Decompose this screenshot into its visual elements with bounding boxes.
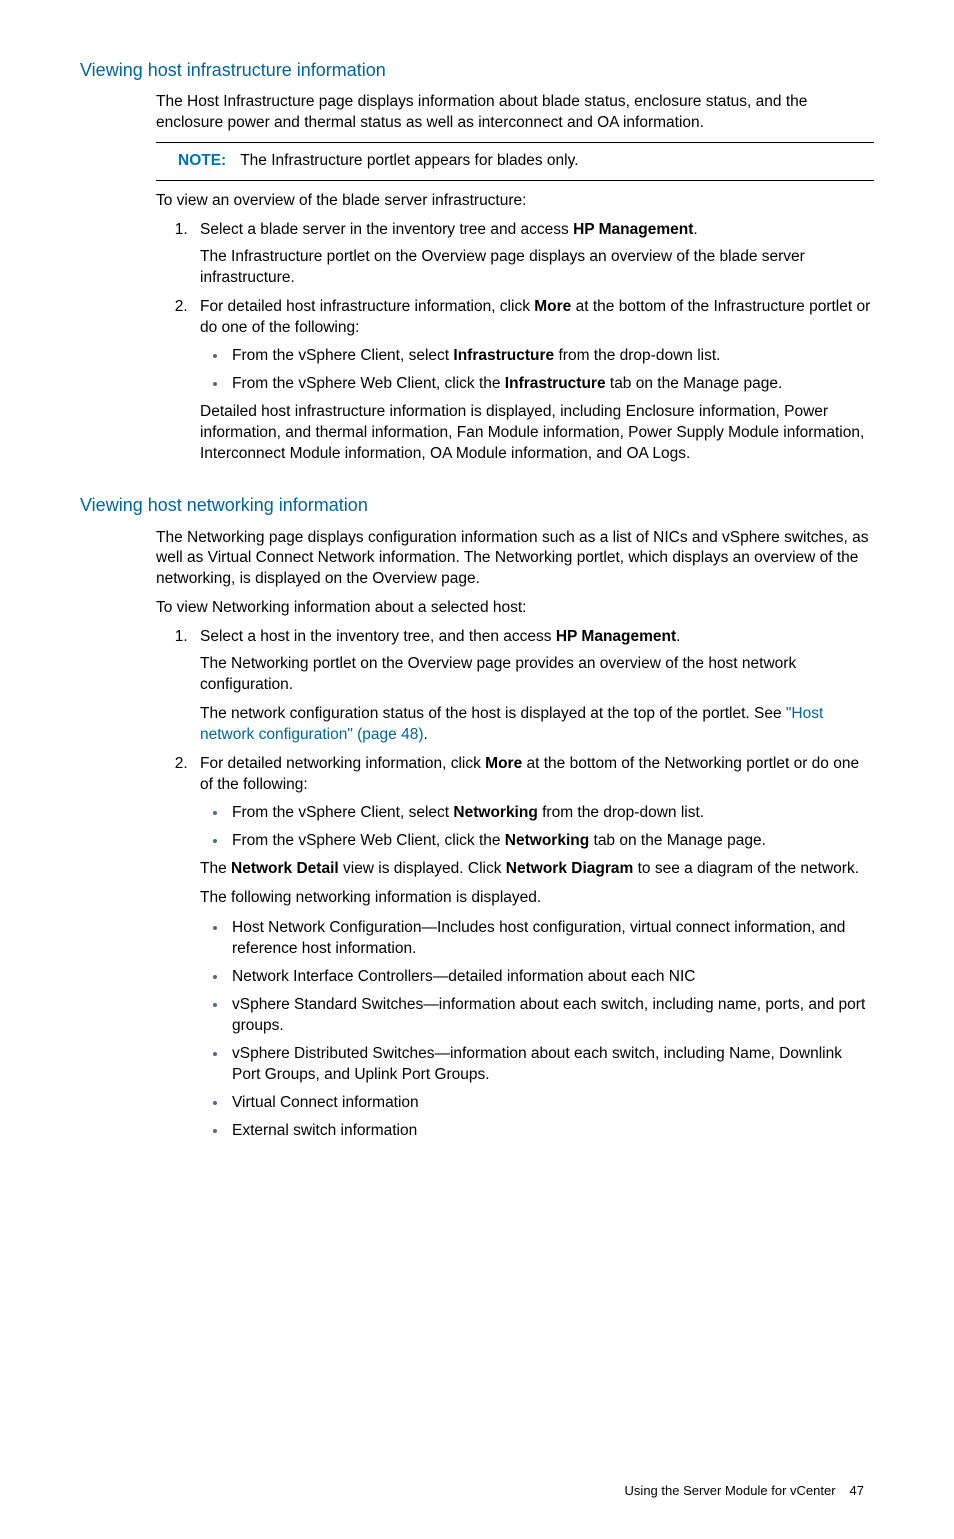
procedure-lead: To view an overview of the blade server …	[156, 191, 874, 212]
intro-paragraph: The Host Infrastructure page displays in…	[156, 92, 874, 134]
info-bullets: Host Network Configuration—Includes host…	[200, 917, 874, 1141]
note-box: NOTE: The Infrastructure portlet appears …	[156, 142, 874, 181]
bold-term: More	[534, 298, 571, 315]
bold-term: Infrastructure	[505, 375, 606, 392]
bullet-text: from the drop-down list.	[554, 347, 720, 364]
step-1: Select a host in the inventory tree, and…	[192, 627, 874, 746]
step-2: For detailed host infrastructure informa…	[192, 297, 874, 465]
bold-term: Network Detail	[231, 860, 339, 877]
bullet-item: Host Network Configuration—Includes host…	[228, 917, 874, 960]
procedure-lead: To view Networking information about a s…	[156, 598, 874, 619]
step-text: .	[693, 221, 697, 238]
bullet-text: From the vSphere Web Client, click the	[232, 832, 505, 849]
intro-paragraph: The Networking page displays configurati…	[156, 528, 874, 591]
bold-term: Networking	[505, 832, 589, 849]
procedure-list: Select a blade server in the inventory t…	[156, 220, 874, 465]
step-text: .	[424, 726, 428, 743]
step-text: For detailed host infrastructure informa…	[200, 298, 534, 315]
step-text: Select a host in the inventory tree, and…	[200, 628, 556, 645]
sub-bullets: From the vSphere Client, select Infrastr…	[200, 345, 874, 395]
page-footer: Using the Server Module for vCenter 47	[80, 1482, 874, 1500]
footer-text: Using the Server Module for vCenter	[625, 1483, 836, 1498]
bold-term: Networking	[453, 804, 537, 821]
bold-term: HP Management	[556, 628, 676, 645]
step-text: The network configuration status of the …	[200, 705, 786, 722]
step-2: For detailed networking information, cli…	[192, 754, 874, 1142]
step-text: Select a blade server in the inventory t…	[200, 221, 573, 238]
step-text: For detailed networking information, cli…	[200, 755, 485, 772]
bullet-text: From the vSphere Web Client, click the	[232, 375, 505, 392]
bullet-text: From the vSphere Client, select	[232, 804, 453, 821]
section-body-networking: The Networking page displays configurati…	[156, 528, 874, 1142]
bullet-item: vSphere Distributed Switches—information…	[228, 1043, 874, 1086]
step-1: Select a blade server in the inventory t…	[192, 220, 874, 289]
step-detail: The following networking information is …	[200, 888, 874, 909]
section-heading-networking: Viewing host networking information	[80, 493, 874, 517]
step-text: .	[676, 628, 680, 645]
section-body-infrastructure: The Host Infrastructure page displays in…	[156, 92, 874, 465]
bullet-text: From the vSphere Client, select	[232, 347, 453, 364]
step-detail: The Networking portlet on the Overview p…	[200, 654, 874, 696]
bold-term: Infrastructure	[453, 347, 554, 364]
sub-bullets: From the vSphere Client, select Networki…	[200, 802, 874, 852]
step-detail: The Network Detail view is displayed. Cl…	[200, 859, 874, 880]
bullet-item: External switch information	[228, 1120, 874, 1142]
step-detail: Detailed host infrastructure information…	[200, 402, 874, 465]
step-text: The	[200, 860, 231, 877]
bullet-item: From the vSphere Web Client, click the N…	[228, 830, 874, 852]
bold-term: Network Diagram	[506, 860, 633, 877]
bold-term: More	[485, 755, 522, 772]
bold-term: HP Management	[573, 221, 693, 238]
bullet-text: from the drop-down list.	[538, 804, 704, 821]
bullet-item: From the vSphere Web Client, click the I…	[228, 373, 874, 395]
section-heading-infrastructure: Viewing host infrastructure information	[80, 58, 874, 82]
page-content: Viewing host infrastructure information …	[0, 0, 954, 1539]
bullet-item: Network Interface Controllers—detailed i…	[228, 966, 874, 988]
bullet-item: From the vSphere Client, select Networki…	[228, 802, 874, 824]
bullet-item: From the vSphere Client, select Infrastr…	[228, 345, 874, 367]
bullet-item: vSphere Standard Switches—information ab…	[228, 994, 874, 1037]
page-number: 47	[850, 1483, 864, 1498]
procedure-list: Select a host in the inventory tree, and…	[156, 627, 874, 1141]
note-text: The Infrastructure portlet appears for b…	[240, 152, 578, 169]
bullet-text: tab on the Manage page.	[606, 375, 783, 392]
step-text: to see a diagram of the network.	[633, 860, 859, 877]
step-detail: The network configuration status of the …	[200, 704, 874, 746]
step-text: view is displayed. Click	[339, 860, 506, 877]
bullet-item: Virtual Connect information	[228, 1092, 874, 1114]
step-detail: The Infrastructure portlet on the Overvi…	[200, 247, 874, 289]
bullet-text: tab on the Manage page.	[589, 832, 766, 849]
note-label: NOTE:	[178, 152, 226, 169]
